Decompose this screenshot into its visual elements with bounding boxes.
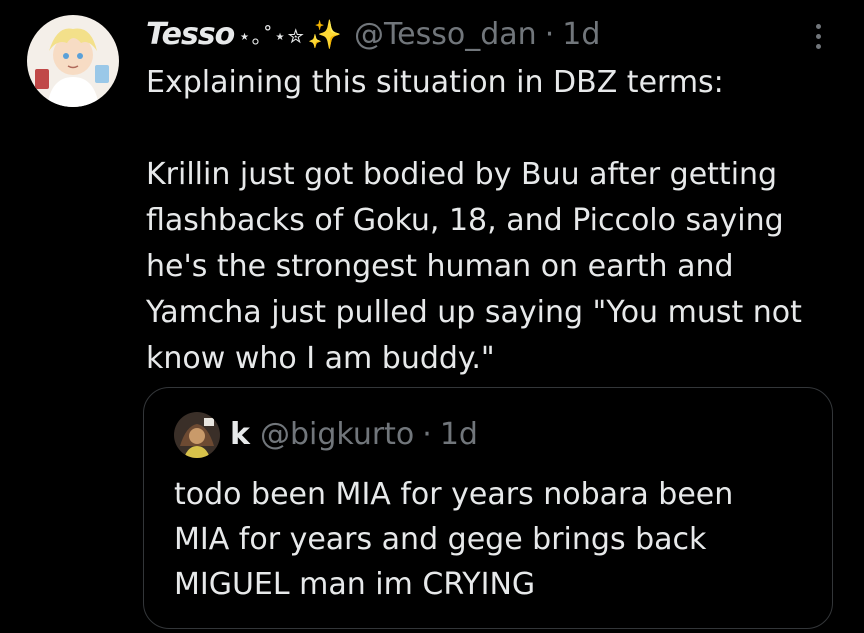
more-dots-icon	[815, 23, 821, 29]
quoted-tweet-timestamp[interactable]: 1d	[440, 417, 478, 452]
quoted-author-display-name[interactable]: k	[230, 417, 250, 452]
user-avatar-icon	[174, 412, 220, 458]
author-avatar[interactable]	[27, 15, 119, 107]
name-decoration: ⋆｡˚⋆✮	[238, 23, 306, 48]
tweet-text: Explaining this situation in DBZ terms: …	[146, 60, 846, 382]
tweet-text-line: he's the strongest human on earth and	[146, 249, 734, 284]
tweet-text-line: Yamcha just pulled up saying "You must n…	[146, 295, 802, 330]
more-dots-icon	[815, 33, 821, 39]
separator-dot: ·	[544, 16, 555, 52]
author-handle[interactable]: @Tesso_dan	[354, 17, 537, 52]
quoted-author-avatar[interactable]	[174, 412, 220, 458]
quoted-tweet-header: k @bigkurto · 1d	[230, 414, 478, 454]
separator-dot: ·	[422, 416, 432, 452]
quoted-text-line: MIA for years and gege brings back	[174, 522, 707, 557]
anime-character-avatar-icon	[27, 15, 119, 107]
tweet-text-line: know who I am buddy."	[146, 341, 495, 376]
tweet-timestamp[interactable]: 1d	[562, 17, 600, 52]
tweet-text-line: flashbacks of Goku, 18, and Piccolo sayi…	[146, 203, 784, 238]
quoted-author-handle[interactable]: @bigkurto	[260, 417, 414, 452]
more-options-button[interactable]	[806, 16, 830, 56]
quoted-tweet-card[interactable]: k @bigkurto · 1d todo been MIA for years…	[143, 387, 833, 629]
quoted-text-line: MIGUEL man im CRYING	[174, 567, 536, 602]
tweet-text-line	[146, 106, 846, 152]
author-display-name[interactable]: Tesso	[146, 17, 235, 52]
sparkle-icon: ✨	[307, 17, 342, 51]
quoted-tweet-text: todo been MIA for years nobara been MIA …	[174, 472, 814, 607]
tweet-header: Tesso ⋆｡˚⋆✮ ✨ @Tesso_dan · 1d	[146, 14, 600, 54]
quoted-text-line: todo been MIA for years nobara been	[174, 477, 734, 512]
tweet-text-line: Explaining this situation in DBZ terms:	[146, 65, 724, 100]
more-dots-icon	[815, 43, 821, 49]
tweet-text-line: Krillin just got bodied by Buu after get…	[146, 157, 778, 192]
